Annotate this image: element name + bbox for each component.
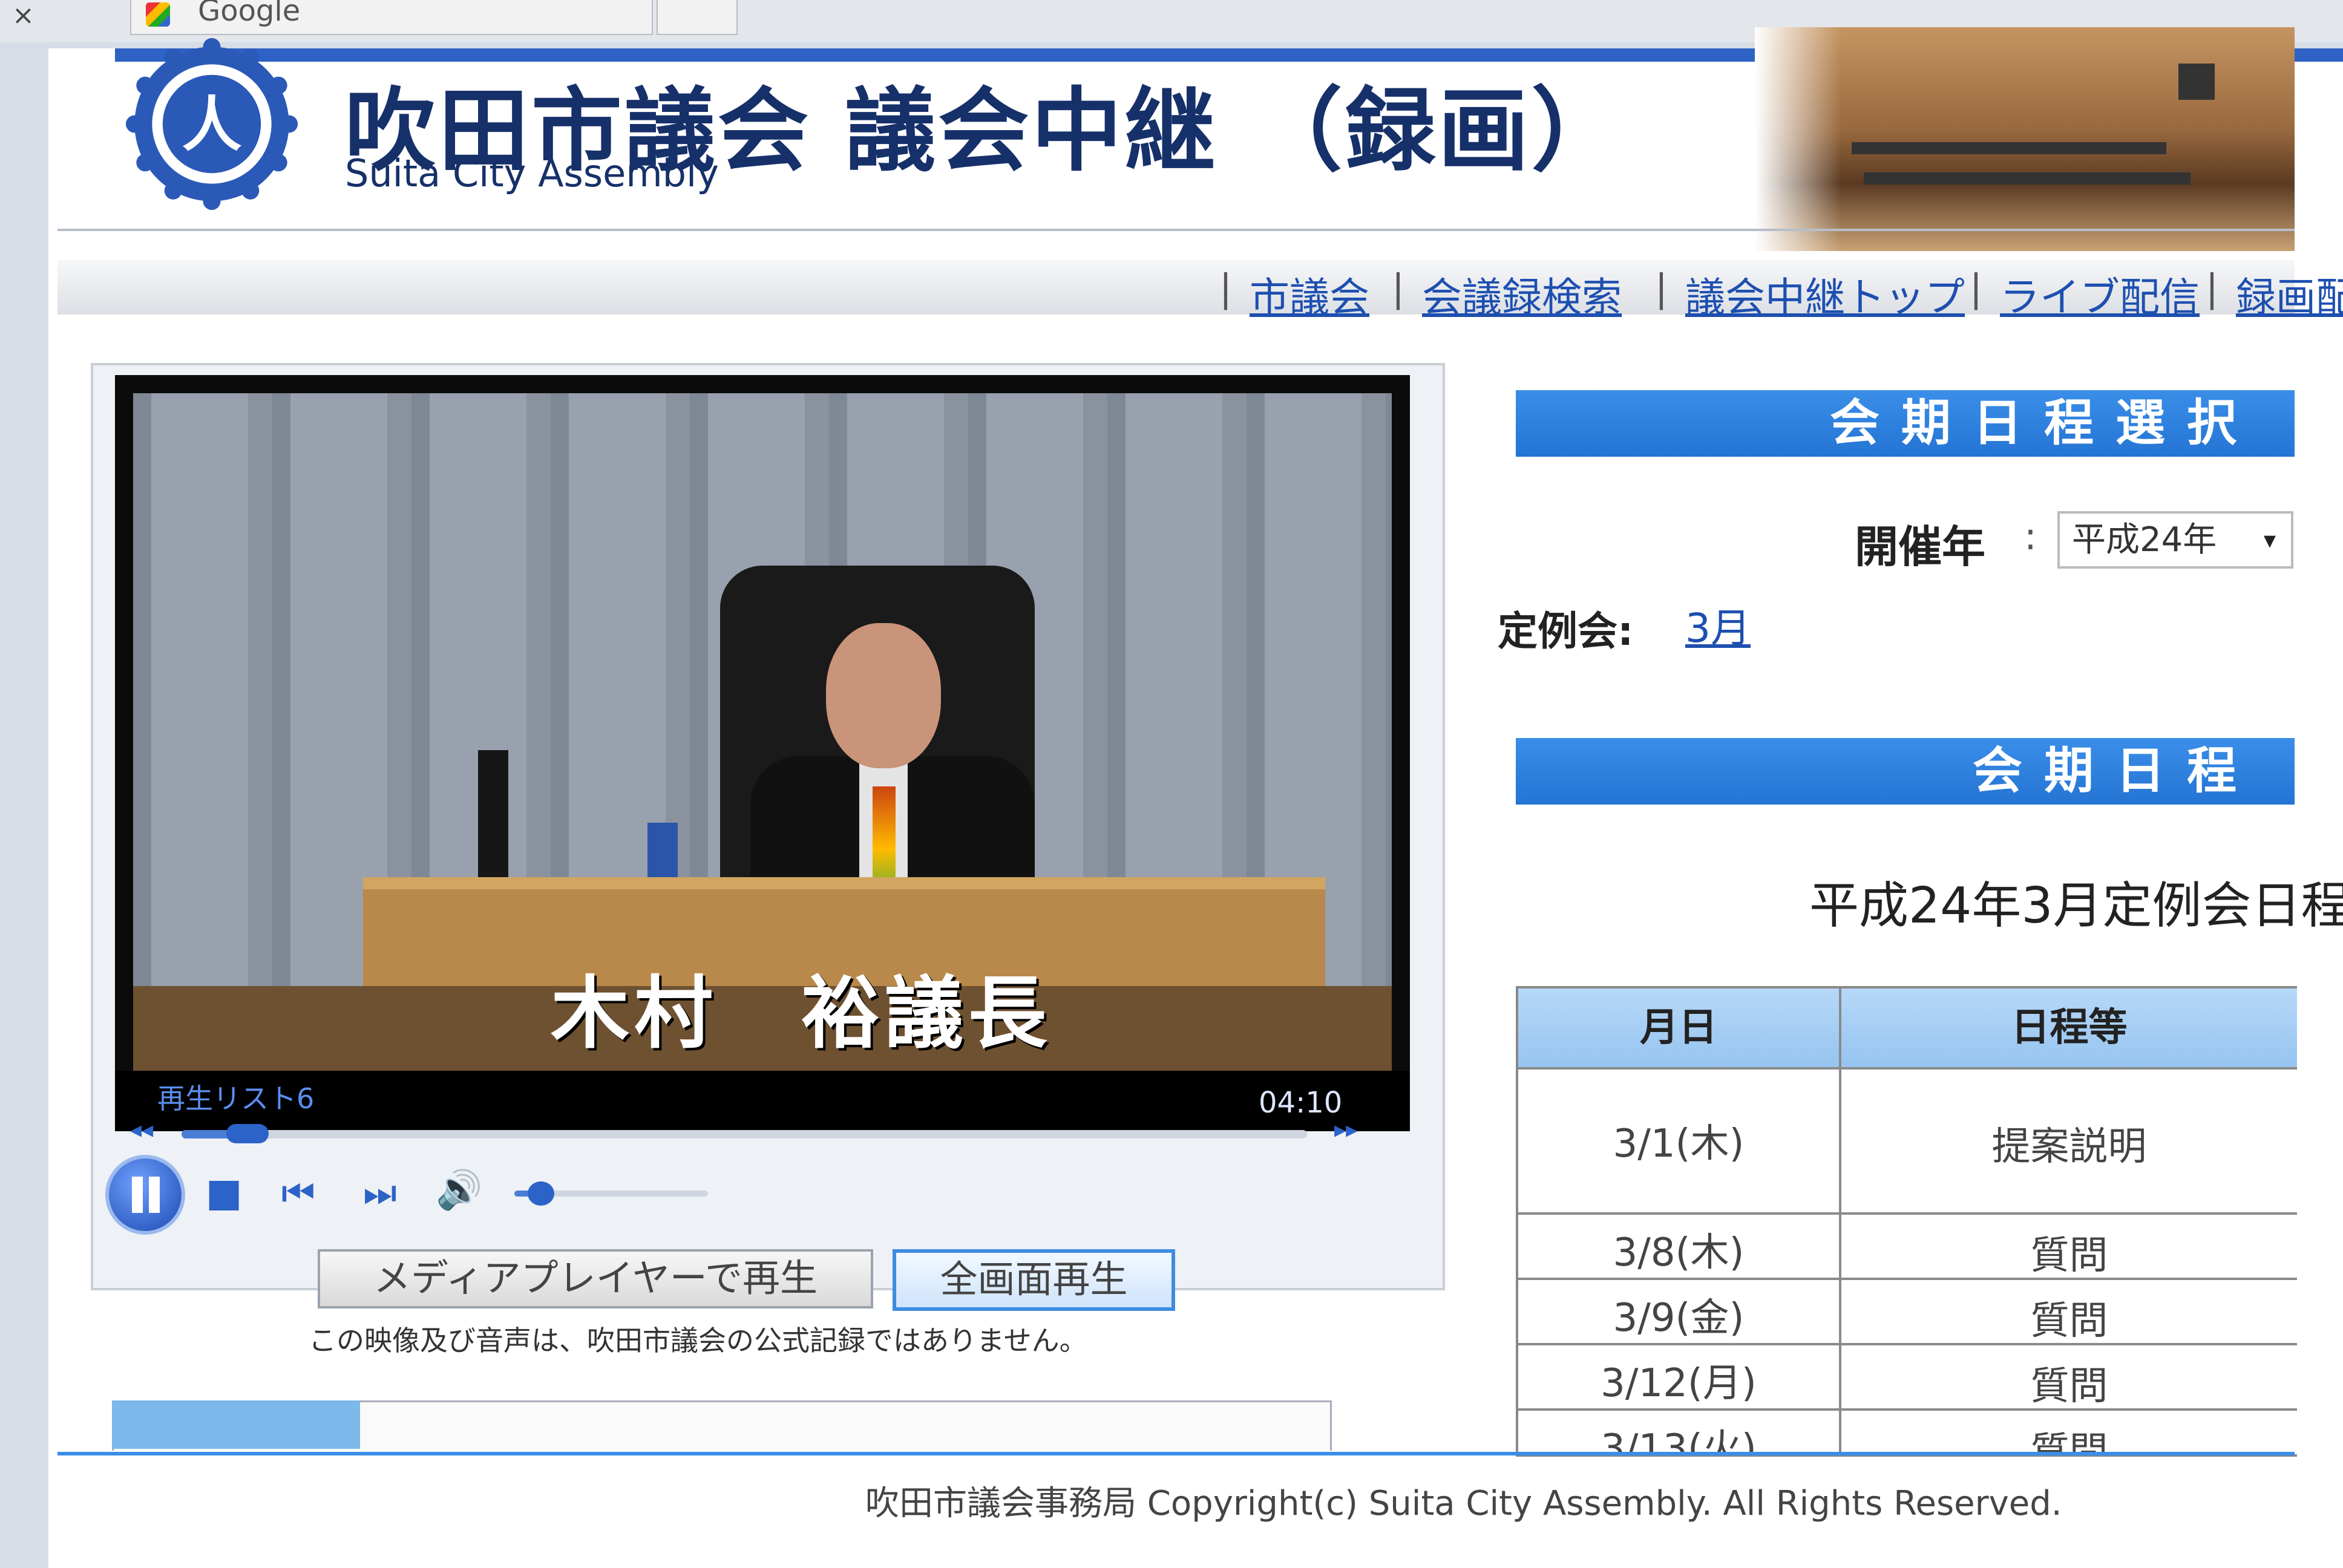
lower-panel-tab[interactable] (112, 1400, 360, 1449)
year-select-value: 平成24年 (2072, 520, 2217, 560)
table-cell-agenda: 質問 (2030, 1233, 2108, 1278)
video-frame[interactable]: 木村 裕議長 再生リスト6 04:10 (115, 375, 1410, 1131)
time-display: 04:10 (1259, 1086, 1343, 1120)
row-divider (1518, 1408, 2297, 1411)
disclaimer-text: この映像及び音声は、吹田市議会の公式記録ではありません。 (309, 1324, 1087, 1357)
rewind-icon[interactable]: ◂◂ (130, 1116, 153, 1143)
table-cell-agenda: 質問 (2030, 1429, 2108, 1457)
stop-icon[interactable]: ■ (206, 1171, 242, 1215)
volume-slider-thumb[interactable] (528, 1181, 554, 1206)
playlist-label: 再生リスト6 (157, 1082, 315, 1115)
speaker-icon[interactable]: 🔊 (436, 1168, 482, 1212)
table-cell-agenda: 質問 (2030, 1299, 2108, 1344)
table-cell-date: 3/12(月) (1601, 1361, 1757, 1406)
footer-divider (57, 1452, 2295, 1455)
column-header-date: 月日 (1518, 988, 1839, 1067)
row-divider (1518, 1343, 2297, 1345)
session-label: 定例会: (1498, 608, 1634, 655)
schedule-caption: 平成24年3月定例会日程 (1809, 877, 2343, 935)
session-link-march[interactable]: 3月 (1685, 596, 1751, 654)
row-divider (1518, 1067, 2297, 1070)
table-cell-date: 3/1(木) (1613, 1122, 1745, 1166)
video-speaker-head (826, 623, 941, 768)
seek-bar-thumb[interactable] (226, 1124, 269, 1143)
play-in-media-player-button[interactable]: メディアプレイヤーで再生 (318, 1249, 873, 1308)
video-caption: 木村 裕議長 (551, 967, 1052, 1059)
pause-button[interactable] (109, 1158, 182, 1231)
row-divider (1518, 1212, 2297, 1215)
session-select-header: 会期日程選択 (1516, 390, 2295, 457)
nav-link-recorded[interactable]: 録画配 (2236, 265, 2343, 323)
previous-track-icon[interactable]: ⏮ (281, 1171, 315, 1215)
nav-link-minutes-search[interactable]: 会議録検索 (1422, 265, 1622, 323)
nav-separator: | (1392, 266, 1404, 310)
logo-glyph: 人 (182, 90, 242, 160)
google-favicon-icon (146, 2, 170, 27)
tab-close-icon[interactable]: × (12, 0, 34, 31)
header-divider (57, 229, 2295, 231)
nav-link-broadcast-top[interactable]: 議会中継トップ (1685, 265, 1965, 323)
browser-tab-new[interactable] (657, 0, 738, 35)
row-divider (1518, 1278, 2297, 1280)
nav-link-city-council[interactable]: 市議会 (1250, 265, 1369, 323)
schedule-header: 会期日程 (1516, 738, 2295, 805)
browser-tab-label: Google (198, 0, 301, 28)
city-emblem-logo: 人 (125, 38, 298, 211)
fullscreen-play-button[interactable]: 全画面再生 (893, 1249, 1175, 1311)
table-cell-date: 3/8(木) (1613, 1230, 1745, 1275)
year-colon: : (2024, 514, 2037, 558)
site-subtitle: Suita City Assembly (345, 151, 719, 195)
fast-forward-icon[interactable]: ▸▸ (1334, 1116, 1357, 1143)
seek-bar[interactable] (182, 1130, 1307, 1138)
schedule-table: 月日 日程等 3/1(木) 提案説明 3/8(木) 質問 3/9(金) 質問 3… (1516, 986, 2297, 1457)
table-cell-agenda: 質問 (2030, 1364, 2108, 1409)
nav-separator: | (1970, 266, 1982, 310)
nav-separator: | (2206, 266, 2218, 310)
browser-tab[interactable]: Google (130, 0, 653, 35)
year-select[interactable]: 平成24年 ▾ (2057, 511, 2293, 569)
chevron-down-icon[interactable]: ▾ (2264, 514, 2276, 567)
next-track-icon[interactable]: ⏭ (363, 1171, 397, 1215)
table-cell-date: 3/9(金) (1613, 1296, 1745, 1341)
video-nameplate (478, 750, 508, 889)
year-label: 開催年 (1855, 521, 1986, 572)
table-cell-date: 3/13(火) (1601, 1426, 1757, 1457)
column-header-agenda: 日程等 (1841, 988, 2297, 1067)
assembly-hall-photo (1755, 27, 2295, 251)
nav-separator: | (1655, 266, 1668, 310)
footer-copyright: 吹田市議会事務局 Copyright(c) Suita City Assembl… (865, 1484, 2062, 1523)
nav-separator: | (1219, 266, 1232, 310)
table-cell-agenda: 提案説明 (1991, 1125, 2147, 1169)
nav-link-live[interactable]: ライブ配信 (2000, 265, 2200, 323)
